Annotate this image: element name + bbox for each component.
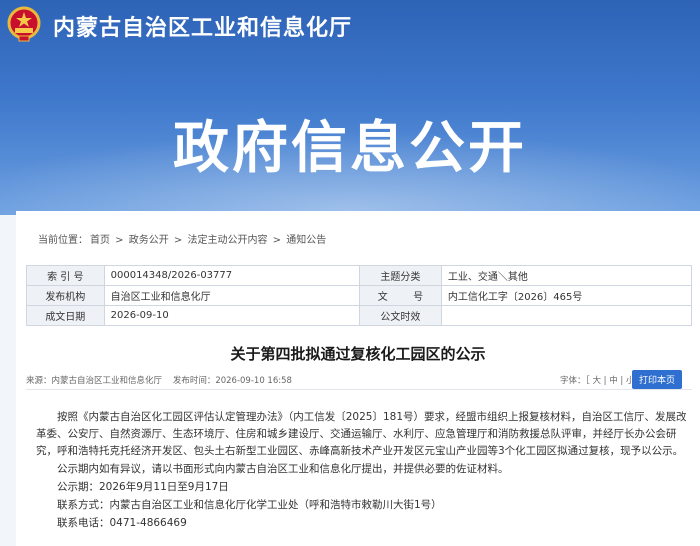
validity-value	[440, 305, 693, 326]
date-value: 2026-09-10	[103, 305, 361, 326]
banner-title: 政府信息公开	[173, 116, 527, 181]
topic-label: 主题分类	[359, 265, 442, 286]
breadcrumb-sep: >	[170, 235, 186, 246]
breadcrumb: 当前位置： 首页 > 政务公开 > 法定主动公开内容 > 通知公告	[38, 231, 328, 246]
table-row: 成文日期 2026-09-10 公文时效	[26, 305, 693, 326]
breadcrumb-gov-affairs[interactable]: 政务公开	[129, 235, 169, 246]
national-emblem-icon	[7, 6, 41, 42]
breadcrumb-home[interactable]: 首页	[90, 235, 110, 246]
content-card: 当前位置： 首页 > 政务公开 > 法定主动公开内容 > 通知公告 索 引 号 0…	[16, 211, 700, 546]
org-value: 自治区工业和信息化厅	[103, 285, 361, 306]
contact-phone: 联系电话：0471-4866469	[57, 517, 187, 529]
table-row: 发布机构 自治区工业和信息化厅 文 号 内工信化工字〔2026〕465号	[26, 285, 693, 306]
index-label: 索 引 号	[26, 265, 105, 286]
contact-info: 联系方式：内蒙古自治区工业和信息化厅化学工业处（呼和浩特市敕勒川大街1号）	[57, 499, 442, 511]
article-source-time: 来源：内蒙古自治区工业和信息化厅 发布时间：2026-09-10 16:58	[26, 374, 292, 386]
breadcrumb-prefix: 当前位置：	[38, 235, 88, 246]
font-size-label: 字体：	[560, 376, 586, 386]
docno-value: 内工信化工字〔2026〕465号	[440, 285, 693, 306]
site-title[interactable]: 内蒙古自治区工业和信息化厅	[53, 10, 352, 42]
publicity-period: 公示期：2026年9月11日至9月17日	[57, 481, 229, 493]
table-row: 索 引 号 000014348/2026-03777 主题分类 工业、交通＼其他	[26, 265, 693, 286]
document-meta-table: 索 引 号 000014348/2026-03777 主题分类 工业、交通＼其他…	[26, 265, 693, 326]
breadcrumb-sep: >	[269, 235, 285, 246]
article-source: 来源：内蒙古自治区工业和信息化厅	[26, 376, 163, 386]
docno-label: 文 号	[359, 285, 442, 306]
breadcrumb-sep: >	[112, 235, 127, 246]
print-button[interactable]: 打印本页	[631, 370, 682, 389]
article-paragraph: 公示期内如有异议，请以书面形式向内蒙古自治区工业和信息化厅提出，并提供必要的佐证…	[57, 463, 509, 475]
index-value: 000014348/2026-03777	[103, 265, 361, 286]
topic-value: 工业、交通＼其他	[440, 265, 693, 286]
date-label: 成文日期	[26, 305, 105, 326]
article-info-bar: 来源：内蒙古自治区工业和信息化厅 发布时间：2026-09-10 16:58 字…	[26, 370, 692, 390]
breadcrumb-legal-content[interactable]: 法定主动公开内容	[188, 235, 268, 246]
org-label: 发布机构	[26, 285, 105, 306]
article-body: 按照《内蒙古自治区化工园区评估认定管理办法》（内工信发〔2025〕181号）要求…	[36, 409, 690, 532]
article-title: 关于第四批拟通过复核化工园区的公示	[230, 345, 486, 363]
header-banner: 内蒙古自治区工业和信息化厅 政府信息公开	[0, 0, 700, 215]
validity-label: 公文时效	[359, 305, 442, 326]
breadcrumb-notices[interactable]: 通知公告	[286, 235, 326, 246]
article-publish-time: 发布时间：2026-09-10 16:58	[172, 376, 292, 386]
article-paragraph: 按照《内蒙古自治区化工园区评估认定管理办法》（内工信发〔2025〕181号）要求…	[36, 411, 687, 457]
